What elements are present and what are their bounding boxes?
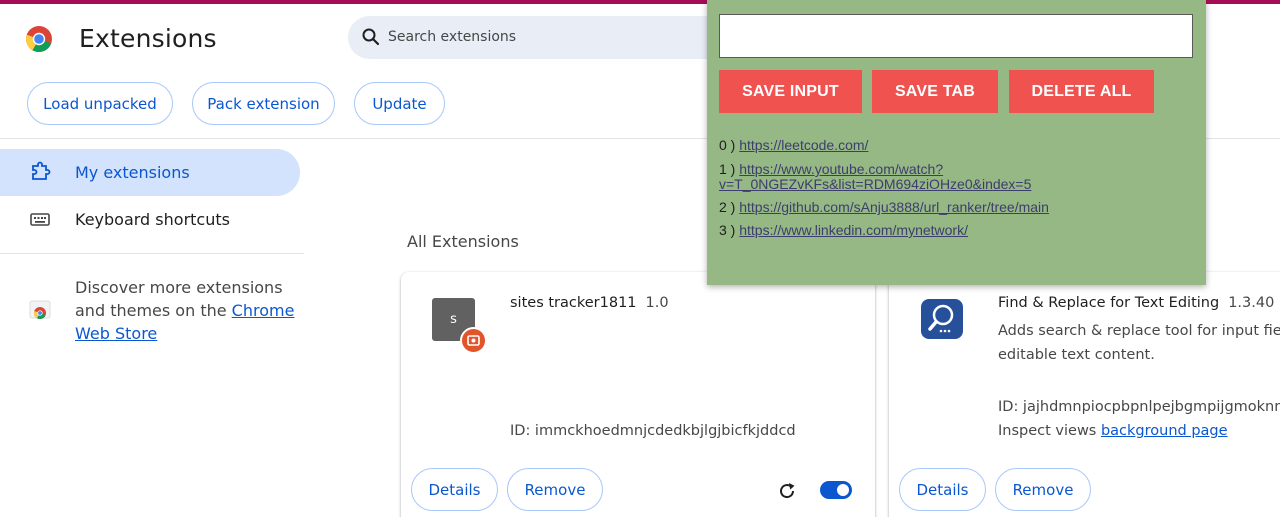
extension-name-text: Find & Replace for Text Editing bbox=[998, 295, 1220, 311]
pack-extension-button[interactable]: Pack extension bbox=[192, 82, 335, 125]
enable-toggle[interactable] bbox=[820, 481, 852, 499]
sidebar-item-my-extensions[interactable]: My extensions bbox=[0, 149, 300, 196]
saved-link-continued[interactable]: v=T_0NGEZvKFs&list=RDM694ziOHze0&index=5 bbox=[719, 176, 1031, 192]
search-icon bbox=[362, 28, 380, 46]
description-line: Adds search & replace tool for input fie… bbox=[998, 323, 1280, 339]
web-store-icon bbox=[29, 300, 51, 319]
saved-link[interactable]: https://github.com/sAnju3888/url_ranker/… bbox=[739, 199, 1049, 215]
record-badge-icon bbox=[460, 327, 487, 354]
discover-text: Discover more extensions and themes on t… bbox=[75, 276, 295, 345]
sidebar-divider bbox=[0, 253, 304, 254]
camera-icon bbox=[467, 335, 480, 346]
details-button[interactable]: Details bbox=[899, 468, 986, 511]
sidebar-item-label: My extensions bbox=[75, 163, 190, 182]
extension-popup: SAVE INPUT SAVE TAB DELETE ALL 0 ) https… bbox=[707, 0, 1206, 285]
link-index: 2 ) bbox=[719, 199, 740, 215]
details-button[interactable]: Details bbox=[411, 468, 498, 511]
extension-id: ID: jajhdmnpiocpbpnlpejbgmpijgmoknnl bbox=[998, 399, 1280, 415]
description-line: editable text content. bbox=[998, 347, 1155, 363]
chrome-logo-icon bbox=[26, 26, 52, 52]
section-title: All Extensions bbox=[407, 232, 519, 251]
url-input[interactable] bbox=[719, 14, 1193, 58]
extension-version: 1.3.40 bbox=[1228, 295, 1275, 311]
search-input[interactable]: Search extensions bbox=[388, 29, 516, 45]
sidebar-item-keyboard-shortcuts[interactable]: Keyboard shortcuts bbox=[0, 196, 300, 243]
saved-link[interactable]: https://www.linkedin.com/mynetwork/ bbox=[739, 222, 968, 238]
puzzle-icon bbox=[32, 161, 51, 180]
link-index: 3 ) bbox=[719, 222, 740, 238]
extension-card-find-replace: Find & Replace for Text Editing 1.3.40 Ad… bbox=[889, 272, 1280, 517]
background-page-link[interactable]: background page bbox=[1101, 423, 1228, 439]
extension-card-sites-tracker: s sites tracker1811 1.0 ID: immckhoedmnjc… bbox=[401, 272, 875, 517]
saved-link-item: 3 ) https://www.linkedin.com/mynetwork/ bbox=[719, 223, 968, 238]
load-unpacked-button[interactable]: Load unpacked bbox=[27, 82, 173, 125]
extension-icon-letter: s bbox=[450, 312, 457, 327]
link-index: 1 ) bbox=[719, 161, 740, 177]
magnifier-icon bbox=[928, 304, 954, 333]
find-replace-icon bbox=[921, 299, 963, 339]
toggle-knob bbox=[837, 484, 849, 496]
saved-link-item: 1 ) https://www.youtube.com/watch? v=T_0… bbox=[719, 162, 1031, 192]
search-box[interactable]: Search extensions bbox=[348, 16, 768, 59]
save-tab-button[interactable]: SAVE TAB bbox=[872, 70, 998, 113]
extension-name: Find & Replace for Text Editing 1.3.40 bbox=[998, 295, 1274, 311]
extension-version: 1.0 bbox=[645, 295, 669, 311]
saved-link[interactable]: https://leetcode.com/ bbox=[739, 137, 868, 153]
inspect-views: Inspect views background page bbox=[998, 423, 1228, 439]
extension-name: sites tracker1811 1.0 bbox=[510, 295, 669, 311]
extension-description: Adds search & replace tool for input fie… bbox=[998, 319, 1280, 367]
saved-link-item: 0 ) https://leetcode.com/ bbox=[719, 138, 868, 153]
extension-id: ID: immckhoedmnjcdedkbjlgjbicfkjddcd bbox=[510, 423, 796, 439]
link-index: 0 ) bbox=[719, 137, 740, 153]
remove-button[interactable]: Remove bbox=[995, 468, 1091, 511]
remove-button[interactable]: Remove bbox=[507, 468, 603, 511]
delete-all-button[interactable]: DELETE ALL bbox=[1009, 70, 1154, 113]
keyboard-icon bbox=[30, 213, 50, 226]
update-button[interactable]: Update bbox=[354, 82, 445, 125]
extension-name-text: sites tracker1811 bbox=[510, 295, 637, 311]
sidebar-item-label: Keyboard shortcuts bbox=[75, 210, 230, 229]
save-input-button[interactable]: SAVE INPUT bbox=[719, 70, 862, 113]
saved-link-item: 2 ) https://github.com/sAnju3888/url_ran… bbox=[719, 200, 1049, 215]
saved-link[interactable]: https://www.youtube.com/watch? bbox=[739, 161, 943, 177]
page-title: Extensions bbox=[79, 24, 217, 53]
inspect-prefix: Inspect views bbox=[998, 423, 1101, 439]
reload-icon[interactable] bbox=[777, 481, 797, 501]
